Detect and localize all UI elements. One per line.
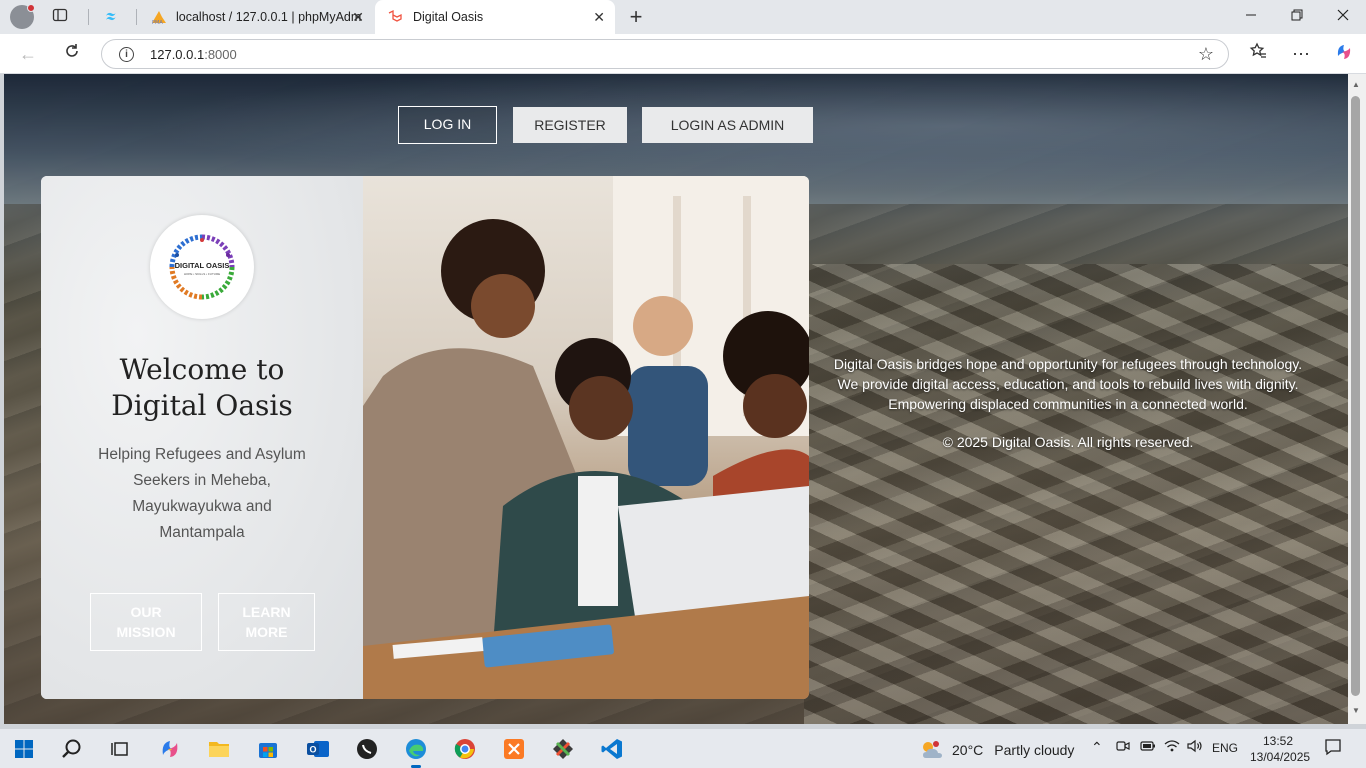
hero-photo-students-laptop: [363, 176, 809, 699]
profile-avatar[interactable]: [10, 4, 35, 29]
more-options-icon[interactable]: ⋯: [1289, 42, 1313, 66]
notifications-icon[interactable]: [1324, 738, 1342, 759]
tab-label: Digital Oasis: [413, 10, 484, 24]
page-title: Welcome to Digital Oasis: [111, 353, 293, 422]
favorites-icon[interactable]: [1246, 42, 1270, 66]
page-subtitle: Helping Refugees and Asylum Seekers in M…: [98, 446, 306, 541]
whatsapp-icon[interactable]: [353, 735, 381, 763]
file-explorer-icon[interactable]: [205, 735, 233, 763]
edge-browser-icon[interactable]: [402, 735, 430, 768]
laravel-icon: [387, 9, 403, 25]
phpmyadmin-icon: PMA: [150, 9, 166, 26]
battery-icon[interactable]: [1140, 739, 1156, 756]
search-icon[interactable]: [58, 735, 86, 763]
svg-text:DIGITAL OASIS: DIGITAL OASIS: [175, 261, 230, 270]
about-blurb: Digital Oasis bridges hope and opportuni…: [833, 356, 1303, 412]
tab-label: localhost / 127.0.0.1 | phpMyAdm: [176, 10, 362, 24]
register-button[interactable]: REGISTER: [513, 107, 627, 143]
svg-text:HOPE • SKILLS • FUTURE: HOPE • SKILLS • FUTURE: [184, 272, 220, 276]
close-tab-icon[interactable]: ✕: [352, 9, 364, 26]
copilot-icon[interactable]: [1332, 42, 1356, 66]
windows-start-icon[interactable]: [10, 735, 38, 763]
input-language[interactable]: ENG: [1212, 741, 1238, 755]
address-toolbar: ← i 127.0.0.1:8000 ☆ ⋯: [0, 34, 1366, 74]
learn-more-button[interactable]: LEARN MORE: [218, 593, 315, 651]
weather-widget[interactable]: 20°C Partly cloudy: [918, 738, 1074, 762]
git-tool-icon[interactable]: [549, 735, 577, 763]
login-button[interactable]: LOG IN: [398, 106, 497, 144]
windows-taskbar: O 20°C Partly cloudy ⌃ ENG 13:52 13/04/2…: [0, 728, 1366, 768]
page-viewport: LOG IN REGISTER LOGIN AS ADMIN DIGITAL O…: [4, 74, 1348, 724]
page-scrollbar[interactable]: ▲ ▼: [1348, 74, 1366, 724]
svg-text:PMA: PMA: [152, 20, 163, 25]
task-view-icon[interactable]: [106, 735, 134, 763]
tab-tailwind[interactable]: [92, 0, 136, 34]
close-window-icon[interactable]: [1332, 6, 1354, 28]
back-arrow-icon[interactable]: ←: [16, 42, 40, 66]
notification-dot: [27, 4, 35, 12]
xampp-icon[interactable]: [500, 735, 528, 763]
site-info-icon[interactable]: i: [119, 47, 134, 62]
new-tab-icon[interactable]: +: [626, 6, 646, 28]
svg-text:O: O: [309, 745, 316, 755]
url-text: 127.0.0.1:8000: [150, 47, 237, 62]
chrome-icon[interactable]: [451, 735, 479, 763]
address-bar[interactable]: i 127.0.0.1:8000 ☆: [101, 39, 1229, 69]
copyright-text: © 2025 Digital Oasis. All rights reserve…: [942, 434, 1194, 450]
browser-tab-strip: PMA localhost / 127.0.0.1 | phpMyAdm ✕ D…: [0, 0, 1366, 34]
microsoft-store-icon[interactable]: [254, 735, 282, 763]
show-hidden-icons-chevron-icon[interactable]: ⌃: [1091, 739, 1103, 756]
scroll-down-icon[interactable]: ▼: [1352, 706, 1360, 715]
system-clock[interactable]: 13:52 13/04/2025: [1250, 733, 1310, 765]
copilot-taskbar-icon[interactable]: [156, 735, 184, 763]
volume-icon[interactable]: [1187, 739, 1203, 756]
welcome-panel: DIGITAL OASIS HOPE • SKILLS • FUTURE Wel…: [41, 176, 363, 699]
refugee-camp-background: [804, 264, 1348, 724]
tab-digital-oasis[interactable]: Digital Oasis ✕: [375, 0, 615, 34]
minimize-icon[interactable]: [1240, 6, 1262, 28]
our-mission-button[interactable]: OUR MISSION: [90, 593, 202, 651]
tab-phpmyadmin[interactable]: PMA localhost / 127.0.0.1 | phpMyAdm ✕: [138, 0, 374, 34]
wifi-icon[interactable]: [1164, 739, 1180, 756]
close-tab-icon[interactable]: ✕: [593, 9, 605, 26]
top-navigation: LOG IN REGISTER LOGIN AS ADMIN: [4, 106, 1348, 144]
digital-oasis-logo: DIGITAL OASIS HOPE • SKILLS • FUTURE: [150, 215, 254, 319]
restore-icon[interactable]: [1286, 6, 1308, 28]
scrollbar-thumb[interactable]: [1351, 96, 1360, 696]
vscode-icon[interactable]: [598, 735, 626, 763]
login-as-admin-button[interactable]: LOGIN AS ADMIN: [642, 107, 813, 143]
welcome-card: DIGITAL OASIS HOPE • SKILLS • FUTURE Wel…: [41, 176, 809, 699]
favorite-star-icon[interactable]: ☆: [1198, 44, 1214, 65]
meet-now-icon[interactable]: [1116, 739, 1130, 756]
tailwind-icon: [104, 9, 120, 25]
scroll-up-icon[interactable]: ▲: [1352, 80, 1360, 89]
refresh-icon[interactable]: [60, 42, 84, 66]
workspaces-icon[interactable]: [50, 7, 70, 27]
outlook-icon[interactable]: O: [304, 735, 332, 763]
partly-cloudy-icon: [923, 741, 942, 758]
